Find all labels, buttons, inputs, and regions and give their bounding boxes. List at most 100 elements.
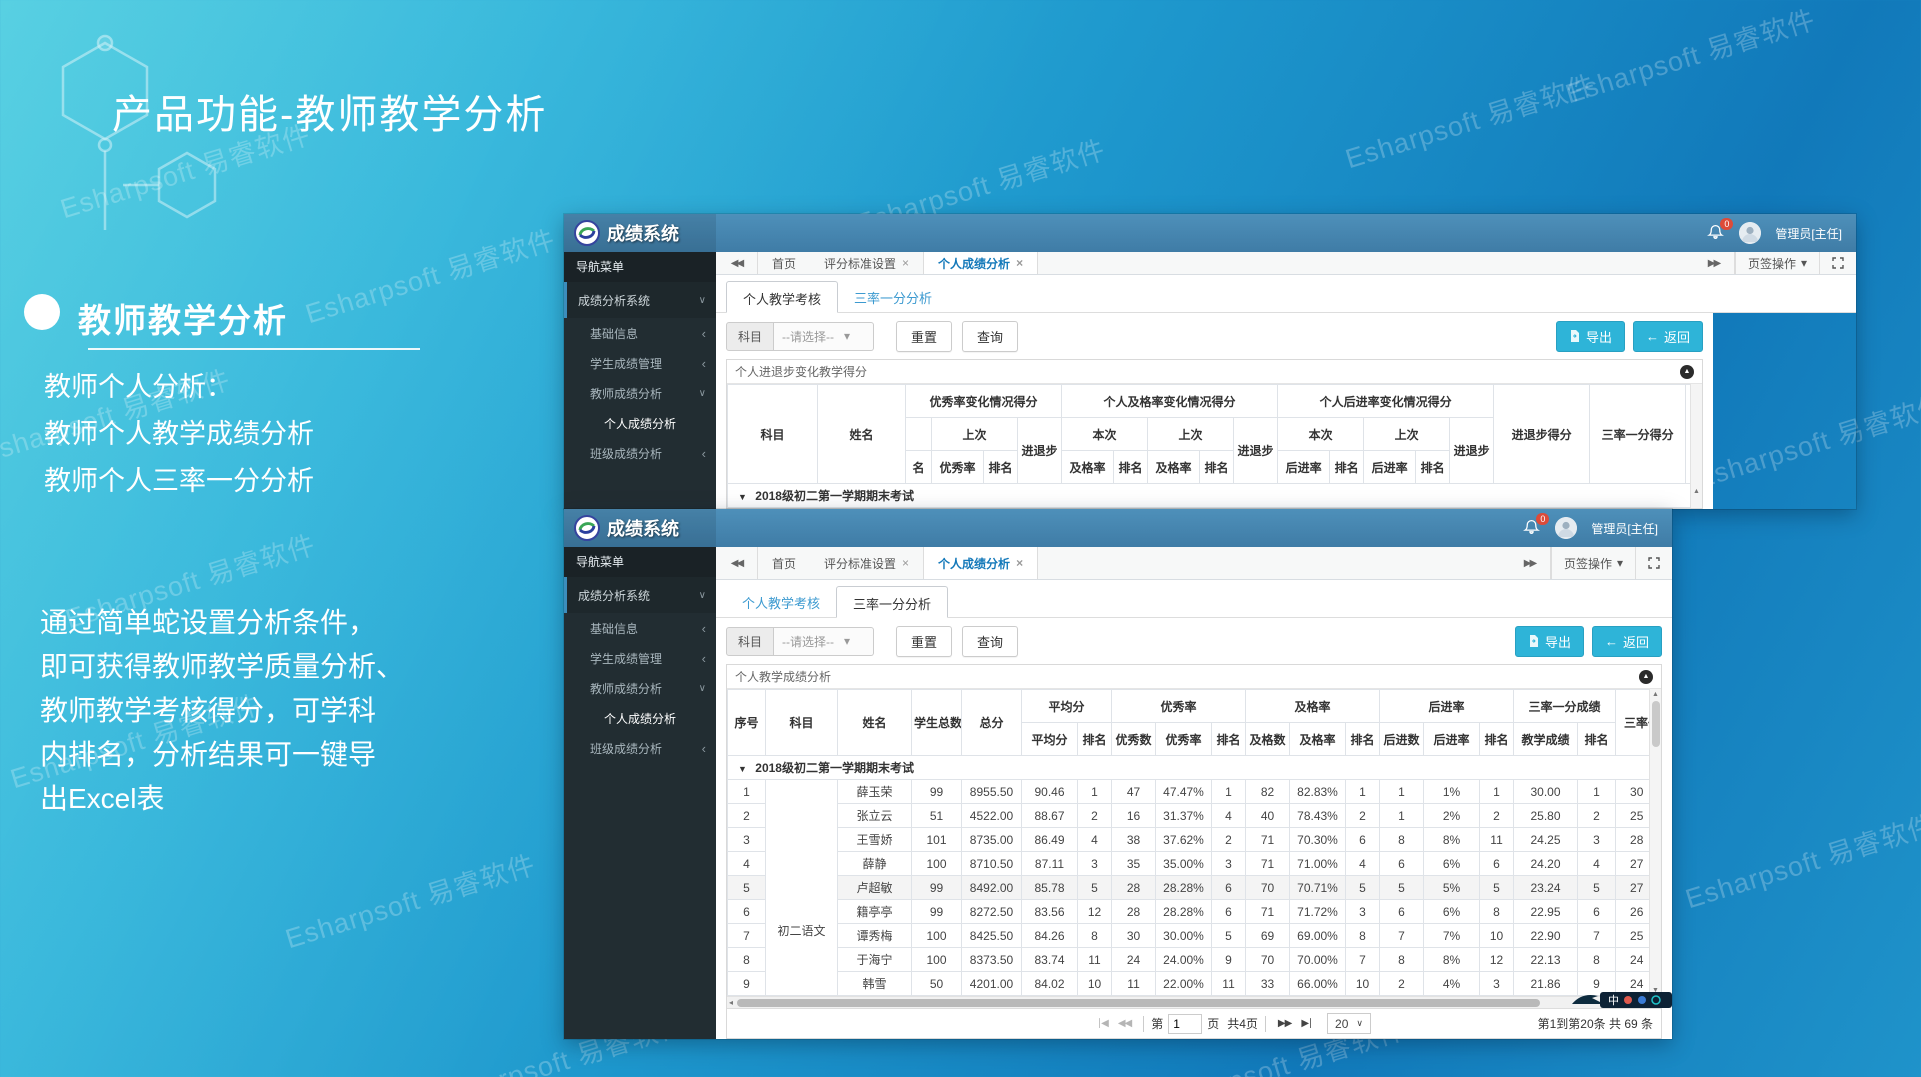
user-avatar[interactable] [1555, 517, 1577, 539]
tabs-scroll-right-icon[interactable]: ▶▶ [1693, 252, 1735, 274]
col-rank[interactable]: 排名 [984, 451, 1018, 484]
col-prev[interactable]: 上次 [1148, 418, 1234, 451]
user-name[interactable]: 管理员[主任] [1775, 225, 1842, 242]
table-row[interactable]: 3王雪娇1018735.0086.4943837.62%27170.30%688… [728, 828, 1650, 852]
col-group-pass-change[interactable]: 个人及格率变化情况得分 [1062, 385, 1278, 418]
col-behind-rate[interactable]: 后进率 [1364, 451, 1416, 484]
col-index[interactable]: 序号 [728, 690, 766, 756]
sidebar-item-student-scores[interactable]: 学生成绩管理 [564, 348, 716, 378]
col-teaching-score[interactable]: 教学成绩 [1514, 723, 1578, 756]
scrollbar-thumb[interactable] [737, 999, 1540, 1007]
sidebar-item-teacher-scores[interactable]: 教师成绩分析 [564, 673, 716, 703]
reset-button[interactable]: 重置 [896, 626, 952, 657]
col-step[interactable]: 进退步 [1018, 418, 1062, 484]
col-excellent-rate[interactable]: 优秀率 [932, 451, 984, 484]
scroll-up-icon[interactable]: ▲ [1650, 691, 1661, 698]
vertical-scrollbar[interactable]: ▲ ▼ [1649, 689, 1661, 996]
col-rank[interactable]: 排名 [1330, 451, 1364, 484]
col-three-rate-score[interactable]: 三率一分得分 [1590, 385, 1686, 484]
col-prev[interactable]: 上次 [1364, 418, 1450, 451]
subject-select[interactable]: --请选择-- ▾ [774, 322, 874, 351]
col-rank[interactable]: 排名 [1200, 451, 1234, 484]
sidebar-item-personal-analysis[interactable]: 个人成绩分析 [564, 703, 716, 733]
table-row[interactable]: 1初二语文薛玉荣998955.5090.4614747.47%18282.83%… [728, 780, 1650, 804]
back-button[interactable]: ← 返回 [1592, 626, 1662, 657]
col-rank[interactable]: 排名 [1578, 723, 1616, 756]
tab-close-icon[interactable]: × [902, 256, 909, 270]
col-step[interactable]: 进退步 [1450, 418, 1494, 484]
notification-bell-icon[interactable]: 0 [1707, 224, 1725, 242]
notification-bell-icon[interactable]: 0 [1523, 519, 1541, 537]
page-size-select[interactable]: 20 ∨ [1327, 1013, 1371, 1034]
col-students[interactable]: 学生总数 [912, 690, 962, 756]
col-rank[interactable]: 排名 [1416, 451, 1450, 484]
col-prev[interactable]: 上次 [932, 418, 1018, 451]
tab-scoring-standard[interactable]: 评分标准设置 × [810, 547, 923, 579]
col-rank[interactable]: 排名 [1346, 723, 1380, 756]
vertical-scrollbar[interactable]: ▲ [1690, 384, 1702, 508]
tab-close-icon[interactable]: × [1016, 256, 1023, 270]
ime-toolbar[interactable]: 中 [1570, 990, 1674, 1010]
table-row[interactable]: 2张立云514522.0088.6721631.37%44078.43%212%… [728, 804, 1650, 828]
col-excellent-count[interactable]: 优秀数 [1112, 723, 1156, 756]
col-behind-rate[interactable]: 后进率 [1424, 723, 1480, 756]
table-row[interactable]: 8于海宁1008373.5083.74112424.00%97070.00%78… [728, 948, 1650, 972]
col-group-excellent-change[interactable]: 优秀率变化情况得分 [906, 385, 1062, 418]
tab-ops-button[interactable]: 页签操作 ▾ [1551, 547, 1635, 579]
logo-zone[interactable]: 成绩系统 [564, 509, 716, 547]
subtab-three-rate-analysis[interactable]: 三率一分分析 [836, 586, 948, 618]
col-pass-count[interactable]: 及格数 [1246, 723, 1290, 756]
subject-select[interactable]: --请选择-- ▾ [774, 627, 874, 656]
collapse-panel-icon[interactable]: ▲ [1639, 670, 1653, 684]
search-button[interactable]: 查询 [962, 321, 1018, 352]
sidebar-item-analysis-system[interactable]: 成绩分析系统 [564, 577, 716, 613]
col-subject[interactable]: 科目 [728, 385, 818, 484]
col-rank[interactable]: 排名 [1480, 723, 1514, 756]
col-cut-rank[interactable]: 名 [906, 451, 932, 484]
subtab-teaching-assessment[interactable]: 个人教学考核 [726, 281, 838, 313]
col-pass-rate[interactable]: 及格率 [1062, 451, 1114, 484]
pager-first-icon[interactable]: ∣◀ [1097, 1018, 1108, 1029]
col-rank[interactable]: 排名 [1114, 451, 1148, 484]
col-group-behind[interactable]: 后进率 [1380, 690, 1514, 723]
sidebar-item-basic-info[interactable]: 基础信息 [564, 318, 716, 348]
col-group-three-rate[interactable]: 三率一分成绩 [1514, 690, 1616, 723]
tab-ops-button[interactable]: 页签操作 ▾ [1735, 252, 1819, 274]
col-rank[interactable]: 排名 [1212, 723, 1246, 756]
pager-last-icon[interactable]: ▶∣ [1301, 1018, 1312, 1029]
sidebar-item-basic-info[interactable]: 基础信息 [564, 613, 716, 643]
scrollbar-thumb[interactable] [1652, 701, 1660, 747]
col-group-behind-change[interactable]: 个人后进率变化情况得分 [1278, 385, 1494, 418]
col-subject[interactable]: 科目 [766, 690, 838, 756]
reset-button[interactable]: 重置 [896, 321, 952, 352]
col-cur[interactable]: 本次 [1278, 418, 1364, 451]
col-pass-rate[interactable]: 及格率 [1148, 451, 1200, 484]
pager-next-icon[interactable]: ▶▶ [1278, 1018, 1291, 1029]
tab-close-icon[interactable]: × [902, 556, 909, 570]
logo-zone[interactable]: 成绩系统 [564, 214, 716, 252]
horizontal-scrollbar[interactable]: ◂ ▸ [727, 996, 1661, 1008]
col-cur[interactable]: 本次 [1062, 418, 1148, 451]
tabs-scroll-left-icon[interactable]: ◀◀ [716, 547, 758, 579]
col-behind-rate[interactable]: 后进率 [1278, 451, 1330, 484]
tab-close-icon[interactable]: × [1016, 556, 1023, 570]
table-row[interactable]: 4薛静1008710.5087.1133535.00%37171.00%466%… [728, 852, 1650, 876]
sidebar-item-personal-analysis[interactable]: 个人成绩分析 [564, 408, 716, 438]
sidebar-item-class-analysis[interactable]: 班级成绩分析 [564, 733, 716, 763]
col-average[interactable]: 平均分 [1022, 723, 1078, 756]
col-pass-rate[interactable]: 及格率 [1290, 723, 1346, 756]
col-group-pass[interactable]: 及格率 [1246, 690, 1380, 723]
sidebar-item-student-scores[interactable]: 学生成绩管理 [564, 643, 716, 673]
tab-home[interactable]: 首页 [758, 547, 810, 579]
col-rank[interactable]: 排名 [1078, 723, 1112, 756]
scroll-up-icon[interactable]: ▲ [1691, 488, 1702, 495]
collapse-panel-icon[interactable]: ▲ [1680, 365, 1694, 379]
back-button[interactable]: ← 返回 [1633, 321, 1703, 352]
group-row[interactable]: ▼ 2018级初二第一学期期末考试 [728, 756, 1650, 780]
tab-scoring-standard[interactable]: 评分标准设置 × [810, 252, 923, 274]
col-name[interactable]: 姓名 [838, 690, 912, 756]
tab-home[interactable]: 首页 [758, 252, 810, 274]
table-row[interactable]: 7谭秀梅1008425.5084.2683030.00%56969.00%877… [728, 924, 1650, 948]
col-name[interactable]: 姓名 [818, 385, 906, 484]
page-number-input[interactable] [1168, 1014, 1202, 1034]
